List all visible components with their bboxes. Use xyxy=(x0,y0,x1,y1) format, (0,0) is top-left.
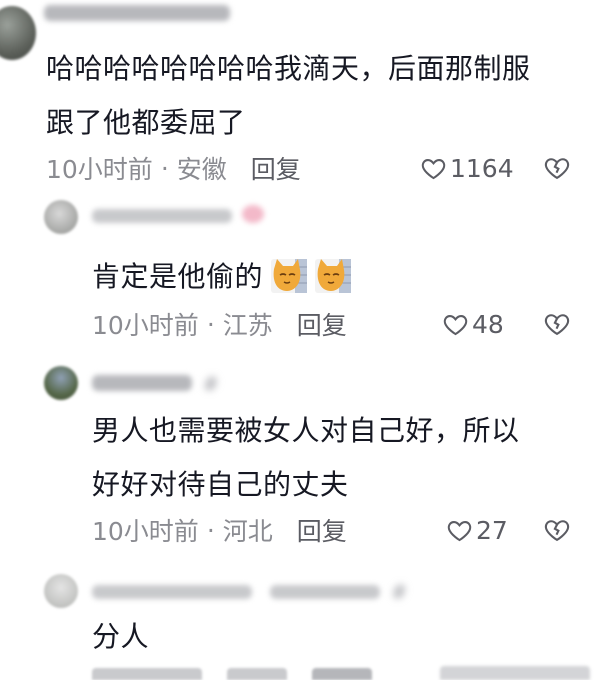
comment-time: 10小时前 xyxy=(92,311,199,340)
comment-text-line: 好好对待自己的丈夫 xyxy=(92,468,349,501)
username-blurred[interactable]: # xyxy=(92,580,422,604)
comment-text[interactable]: 分人 xyxy=(92,610,149,664)
meta-separator: · xyxy=(206,515,215,545)
reply-button[interactable]: 回复 xyxy=(297,306,347,342)
like-button[interactable]: 1164 xyxy=(420,150,514,186)
heart-outline-icon xyxy=(421,158,446,179)
avatar[interactable] xyxy=(44,574,78,608)
username-blurred[interactable]: # xyxy=(92,372,222,396)
cat-face-emoji xyxy=(271,255,308,295)
broken-heart-icon[interactable] xyxy=(543,516,571,544)
like-count: 48 xyxy=(472,309,504,339)
reply-button[interactable]: 回复 xyxy=(251,150,301,186)
cat-face-emoji xyxy=(315,255,352,295)
like-button[interactable]: 27 xyxy=(446,512,508,548)
comment-text-line: 肯定是他偷的 xyxy=(92,260,264,293)
like-count: 1164 xyxy=(450,153,514,183)
meta-separator: · xyxy=(160,153,169,183)
broken-heart-icon[interactable] xyxy=(543,310,571,338)
comment-time: 10小时前 xyxy=(46,155,153,184)
comment-text-line: 跟了他都委屈了 xyxy=(46,106,246,139)
watermark-blurred xyxy=(440,666,590,680)
avatar[interactable] xyxy=(44,366,78,400)
username-blurred[interactable] xyxy=(92,204,265,228)
comment-meta: 10小时前 · 河北 回复 xyxy=(92,512,347,548)
comment-location: 安徽 xyxy=(176,155,227,184)
username-blurred[interactable] xyxy=(44,2,234,26)
heart-outline-icon xyxy=(447,520,472,541)
comment-text-line: 分人 xyxy=(92,620,150,653)
like-button[interactable]: 48 xyxy=(442,306,504,342)
avatar[interactable] xyxy=(44,200,78,234)
heart-outline-icon xyxy=(443,314,468,335)
meta-separator: · xyxy=(206,309,215,339)
comment-text-line: 哈哈哈哈哈哈哈哈我滴天，后面那制服 xyxy=(46,52,531,85)
comment-location: 江苏 xyxy=(222,311,273,340)
comment-meta-cutoff xyxy=(92,664,422,680)
broken-heart-icon[interactable] xyxy=(543,154,571,182)
comment-text-line: 男人也需要被女人对自己好，所以 xyxy=(92,414,520,447)
comment-time: 10小时前 xyxy=(92,517,199,546)
avatar[interactable] xyxy=(0,6,36,60)
reply-button[interactable]: 回复 xyxy=(297,512,347,548)
comment-meta: 10小时前 · 安徽 回复 xyxy=(46,150,301,186)
comment-text[interactable]: 哈哈哈哈哈哈哈哈我滴天，后面那制服 跟了他都委屈了 xyxy=(46,42,531,150)
comment-location: 河北 xyxy=(222,517,273,546)
like-count: 27 xyxy=(476,515,508,545)
comment-text[interactable]: 男人也需要被女人对自己好，所以 好好对待自己的丈夫 xyxy=(92,404,520,512)
comment-meta: 10小时前 · 江苏 回复 xyxy=(92,306,347,342)
comment-text[interactable]: 肯定是他偷的 xyxy=(92,250,352,304)
